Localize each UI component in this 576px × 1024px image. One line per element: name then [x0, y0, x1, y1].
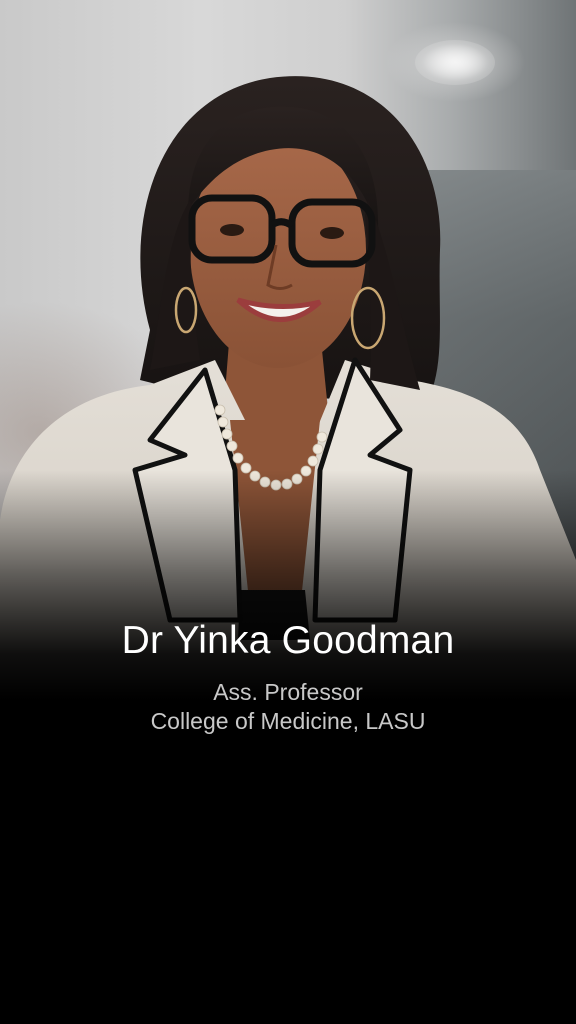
job-title: Ass. Professor [213, 678, 363, 705]
profile-card: Dr Yinka Goodman Ass. Professor College … [0, 0, 576, 1024]
affiliation: College of Medicine, LASU [150, 707, 426, 734]
person-name: Dr Yinka Goodman [121, 619, 455, 662]
profile-caption: Dr Yinka Goodman Ass. Professor College … [0, 618, 576, 736]
person-role: Ass. Professor College of Medicine, LASU [0, 678, 576, 736]
